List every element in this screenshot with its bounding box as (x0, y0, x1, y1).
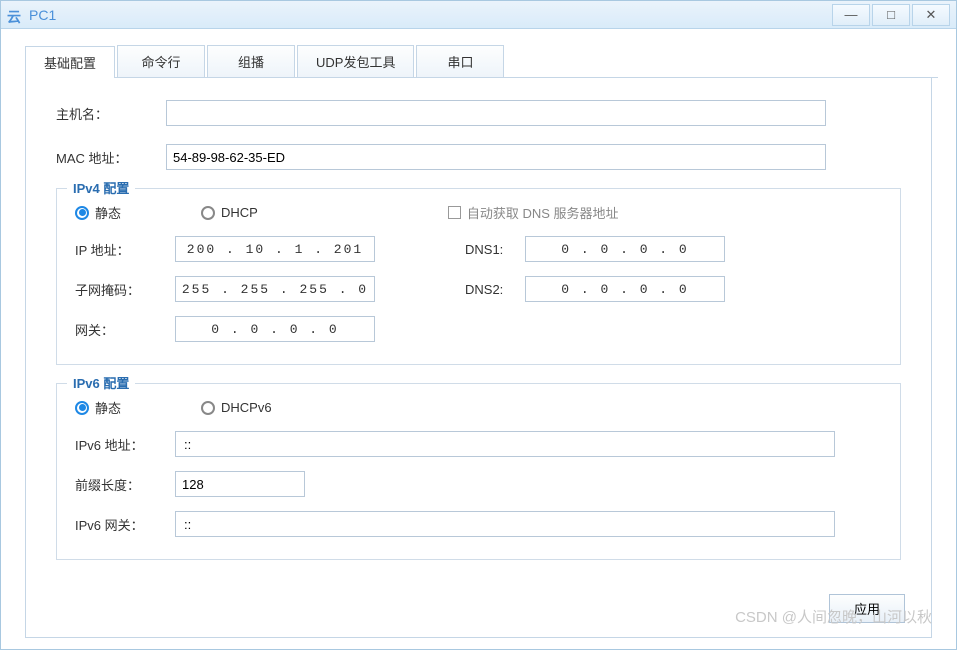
hostname-row: 主机名： (56, 100, 901, 126)
app-icon: 云 (7, 7, 23, 23)
auto-dns-checkbox[interactable]: 自动获取 DNS 服务器地址 (448, 203, 619, 222)
ipv6-gw-label: IPv6 网关： (75, 515, 175, 534)
radio-checked-icon (75, 401, 89, 415)
hostname-label: 主机名： (56, 104, 166, 123)
subnet-mask-input[interactable]: 255 . 255 . 255 . 0 (175, 276, 375, 302)
window-title: PC1 (29, 7, 830, 23)
maximize-button[interactable]: □ (872, 4, 910, 26)
ipv6-dhcpv6-label: DHCPv6 (221, 400, 272, 415)
auto-dns-label: 自动获取 DNS 服务器地址 (467, 203, 619, 222)
tab-bar: 基础配置 命令行 组播 UDP发包工具 串口 (25, 45, 938, 78)
ipv6-addr-label: IPv6 地址： (75, 435, 175, 454)
ipv6-gateway-input[interactable] (175, 511, 835, 537)
dns2-input[interactable]: 0 . 0 . 0 . 0 (525, 276, 725, 302)
tab-multicast[interactable]: 组播 (207, 45, 295, 77)
mac-input[interactable] (166, 144, 826, 170)
ipv4-static-label: 静态 (95, 203, 121, 222)
ipv6-mode-row: 静态 DHCPv6 (75, 398, 882, 417)
apply-button[interactable]: 应用 (829, 594, 905, 623)
gateway-label: 网关： (75, 320, 175, 339)
tab-command-line[interactable]: 命令行 (117, 45, 205, 77)
window-controls: — □ ✕ (830, 4, 950, 26)
ipv6-static-label: 静态 (95, 398, 121, 417)
dns1-input[interactable]: 0 . 0 . 0 . 0 (525, 236, 725, 262)
minimize-button[interactable]: — (832, 4, 870, 26)
radio-unchecked-icon (201, 206, 215, 220)
ip-address-input[interactable]: 200 . 10 . 1 . 201 (175, 236, 375, 262)
checkbox-icon (448, 206, 461, 219)
ip-dns1-row: IP 地址： 200 . 10 . 1 . 201 DNS1: 0 . 0 . … (75, 236, 882, 262)
app-window: 云 PC1 — □ ✕ 基础配置 命令行 组播 UDP发包工具 串口 主机名： … (0, 0, 957, 650)
content-area: 基础配置 命令行 组播 UDP发包工具 串口 主机名： MAC 地址： IPv4… (1, 29, 956, 654)
ipv4-fieldset: IPv4 配置 静态 DHCP 自动获取 DNS 服务器地址 (56, 188, 901, 365)
mac-row: MAC 地址： (56, 144, 901, 170)
ipv6-address-input[interactable] (175, 431, 835, 457)
tab-udp-tool[interactable]: UDP发包工具 (297, 45, 414, 77)
ipv4-static-radio[interactable]: 静态 (75, 203, 121, 222)
ipv4-mode-row: 静态 DHCP 自动获取 DNS 服务器地址 (75, 203, 882, 222)
dns1-label: DNS1: (465, 242, 525, 257)
tab-serial[interactable]: 串口 (416, 45, 504, 77)
ipv6-addr-row: IPv6 地址： (75, 431, 882, 457)
titlebar: 云 PC1 — □ ✕ (1, 1, 956, 29)
gateway-input[interactable]: 0 . 0 . 0 . 0 (175, 316, 375, 342)
ipv4-dhcp-label: DHCP (221, 205, 258, 220)
ipv4-legend: IPv4 配置 (67, 178, 135, 197)
close-button[interactable]: ✕ (912, 4, 950, 26)
mask-label: 子网掩码： (75, 280, 175, 299)
ipv6-fieldset: IPv6 配置 静态 DHCPv6 IPv6 地址： (56, 383, 901, 560)
ipv6-dhcpv6-radio[interactable]: DHCPv6 (201, 400, 272, 415)
ipv6-legend: IPv6 配置 (67, 373, 135, 392)
tab-basic-config[interactable]: 基础配置 (25, 46, 115, 78)
dns2-label: DNS2: (465, 282, 525, 297)
config-panel: 主机名： MAC 地址： IPv4 配置 静态 DHCP (25, 78, 932, 638)
ipv6-prefix-label: 前缀长度： (75, 475, 175, 494)
mac-label: MAC 地址： (56, 148, 166, 167)
hostname-input[interactable] (166, 100, 826, 126)
mask-dns2-row: 子网掩码： 255 . 255 . 255 . 0 DNS2: 0 . 0 . … (75, 276, 882, 302)
radio-checked-icon (75, 206, 89, 220)
gateway-row: 网关： 0 . 0 . 0 . 0 (75, 316, 882, 342)
ipv4-dhcp-radio[interactable]: DHCP (201, 205, 258, 220)
ipv6-prefix-row: 前缀长度： (75, 471, 882, 497)
ipv6-gw-row: IPv6 网关： (75, 511, 882, 537)
radio-unchecked-icon (201, 401, 215, 415)
ipv6-static-radio[interactable]: 静态 (75, 398, 121, 417)
ip-label: IP 地址： (75, 240, 175, 259)
ipv6-prefix-input[interactable] (175, 471, 305, 497)
